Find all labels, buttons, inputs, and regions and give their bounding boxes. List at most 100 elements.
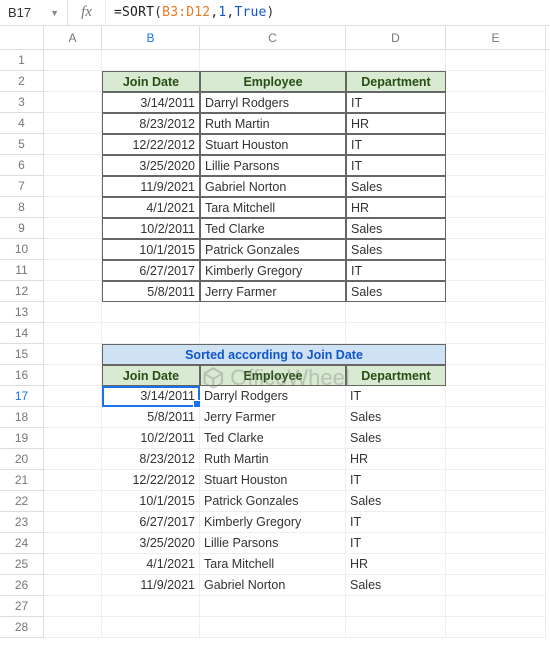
- cell-A9[interactable]: [44, 218, 102, 239]
- cell-D21[interactable]: IT: [346, 470, 446, 491]
- cell-A10[interactable]: [44, 239, 102, 260]
- cell-A28[interactable]: [44, 617, 102, 638]
- cell-C11[interactable]: Kimberly Gregory: [200, 260, 346, 281]
- cell-A2[interactable]: [44, 71, 102, 92]
- cell-E10[interactable]: [446, 239, 546, 260]
- cell-E16[interactable]: [446, 365, 546, 386]
- cell-B21[interactable]: 12/22/2012: [102, 470, 200, 491]
- cell-B28[interactable]: [102, 617, 200, 638]
- row-header-6[interactable]: 6: [0, 155, 44, 176]
- cell-B7[interactable]: 11/9/2021: [102, 176, 200, 197]
- cell-E1[interactable]: [446, 50, 546, 71]
- cell-C21[interactable]: Stuart Houston: [200, 470, 346, 491]
- row-header-9[interactable]: 9: [0, 218, 44, 239]
- cell-C1[interactable]: [200, 50, 346, 71]
- cell-B11[interactable]: 6/27/2017: [102, 260, 200, 281]
- cell-B20[interactable]: 8/23/2012: [102, 449, 200, 470]
- cell-D6[interactable]: IT: [346, 155, 446, 176]
- row-header-19[interactable]: 19: [0, 428, 44, 449]
- cell-B1[interactable]: [102, 50, 200, 71]
- cell-D16[interactable]: Department: [346, 365, 446, 386]
- cell-E12[interactable]: [446, 281, 546, 302]
- cell-C8[interactable]: Tara Mitchell: [200, 197, 346, 218]
- cell-D25[interactable]: HR: [346, 554, 446, 575]
- row-header-3[interactable]: 3: [0, 92, 44, 113]
- cell-D14[interactable]: [346, 323, 446, 344]
- row-header-1[interactable]: 1: [0, 50, 44, 71]
- row-header-25[interactable]: 25: [0, 554, 44, 575]
- cell-C9[interactable]: Ted Clarke: [200, 218, 346, 239]
- cell-A17[interactable]: [44, 386, 102, 407]
- cell-E21[interactable]: [446, 470, 546, 491]
- row-header-7[interactable]: 7: [0, 176, 44, 197]
- cell-A23[interactable]: [44, 512, 102, 533]
- cell-E13[interactable]: [446, 302, 546, 323]
- cell-E9[interactable]: [446, 218, 546, 239]
- cell-B8[interactable]: 4/1/2021: [102, 197, 200, 218]
- cell-D23[interactable]: IT: [346, 512, 446, 533]
- cell-A27[interactable]: [44, 596, 102, 617]
- row-header-20[interactable]: 20: [0, 449, 44, 470]
- cell-B14[interactable]: [102, 323, 200, 344]
- cell-C5[interactable]: Stuart Houston: [200, 134, 346, 155]
- cell-D4[interactable]: HR: [346, 113, 446, 134]
- cell-B25[interactable]: 4/1/2021: [102, 554, 200, 575]
- cell-B23[interactable]: 6/27/2017: [102, 512, 200, 533]
- cell-E2[interactable]: [446, 71, 546, 92]
- row-header-23[interactable]: 23: [0, 512, 44, 533]
- cell-A5[interactable]: [44, 134, 102, 155]
- cell-B10[interactable]: 10/1/2015: [102, 239, 200, 260]
- row-header-17[interactable]: 17: [0, 386, 44, 407]
- cell-D19[interactable]: Sales: [346, 428, 446, 449]
- cell-E11[interactable]: [446, 260, 546, 281]
- col-header-E[interactable]: E: [446, 26, 546, 49]
- cell-E28[interactable]: [446, 617, 546, 638]
- row-header-22[interactable]: 22: [0, 491, 44, 512]
- col-header-D[interactable]: D: [346, 26, 446, 49]
- cell-C17[interactable]: Darryl Rodgers: [200, 386, 346, 407]
- sorted-title[interactable]: Sorted according to Join Date: [102, 344, 446, 365]
- row-header-27[interactable]: 27: [0, 596, 44, 617]
- cell-E3[interactable]: [446, 92, 546, 113]
- cell-A15[interactable]: [44, 344, 102, 365]
- cell-B5[interactable]: 12/22/2012: [102, 134, 200, 155]
- cell-A19[interactable]: [44, 428, 102, 449]
- cell-A21[interactable]: [44, 470, 102, 491]
- cell-E8[interactable]: [446, 197, 546, 218]
- cell-E4[interactable]: [446, 113, 546, 134]
- cell-D26[interactable]: Sales: [346, 575, 446, 596]
- formula-input[interactable]: =SORT(B3:D12,1,True): [106, 5, 283, 20]
- cell-E5[interactable]: [446, 134, 546, 155]
- cell-A26[interactable]: [44, 575, 102, 596]
- cell-D7[interactable]: Sales: [346, 176, 446, 197]
- cell-C12[interactable]: Jerry Farmer: [200, 281, 346, 302]
- row-header-14[interactable]: 14: [0, 323, 44, 344]
- cell-C6[interactable]: Lillie Parsons: [200, 155, 346, 176]
- cell-D18[interactable]: Sales: [346, 407, 446, 428]
- cell-B24[interactable]: 3/25/2020: [102, 533, 200, 554]
- cell-E27[interactable]: [446, 596, 546, 617]
- row-header-18[interactable]: 18: [0, 407, 44, 428]
- cell-C4[interactable]: Ruth Martin: [200, 113, 346, 134]
- cell-E24[interactable]: [446, 533, 546, 554]
- row-header-13[interactable]: 13: [0, 302, 44, 323]
- cell-D27[interactable]: [346, 596, 446, 617]
- cell-A7[interactable]: [44, 176, 102, 197]
- name-box-dropdown-icon[interactable]: ▼: [50, 8, 59, 18]
- cell-E25[interactable]: [446, 554, 546, 575]
- row-header-5[interactable]: 5: [0, 134, 44, 155]
- cell-E19[interactable]: [446, 428, 546, 449]
- cell-E15[interactable]: [446, 344, 546, 365]
- cell-D22[interactable]: Sales: [346, 491, 446, 512]
- cell-E17[interactable]: [446, 386, 546, 407]
- cell-C13[interactable]: [200, 302, 346, 323]
- cell-C19[interactable]: Ted Clarke: [200, 428, 346, 449]
- row-header-8[interactable]: 8: [0, 197, 44, 218]
- cell-A14[interactable]: [44, 323, 102, 344]
- cell-C23[interactable]: Kimberly Gregory: [200, 512, 346, 533]
- cell-A20[interactable]: [44, 449, 102, 470]
- cell-D9[interactable]: Sales: [346, 218, 446, 239]
- fx-icon[interactable]: fx: [68, 0, 106, 25]
- cell-C25[interactable]: Tara Mitchell: [200, 554, 346, 575]
- row-header-16[interactable]: 16: [0, 365, 44, 386]
